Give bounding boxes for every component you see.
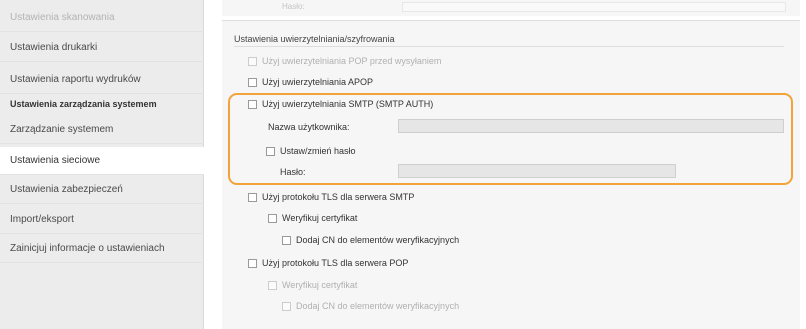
smtp-add-cn-option[interactable]: Dodaj CN do elementów weryfikacyjnych xyxy=(282,235,459,245)
pop-verify-cert-checkbox[interactable] xyxy=(268,280,277,290)
apop-checkbox[interactable] xyxy=(248,77,257,87)
tls-pop-checkbox[interactable] xyxy=(248,258,257,268)
password-input[interactable] xyxy=(398,164,676,178)
smtp-verify-cert-label: Weryfikuj certyfikat xyxy=(282,213,358,223)
username-input[interactable] xyxy=(398,119,784,133)
username-label: Nazwa użytkownika: xyxy=(268,122,350,132)
tls-smtp-option[interactable]: Użyj protokołu TLS dla serwera SMTP xyxy=(248,192,414,202)
settings-sidebar: Ustawienia skanowania Ustawienia drukark… xyxy=(0,0,204,329)
sidebar-item-print-report-settings[interactable]: Ustawienia raportu wydruków xyxy=(0,66,204,94)
sidebar-item-system-management[interactable]: Zarządzanie systemem xyxy=(0,116,204,144)
set-password-option[interactable]: Ustaw/zmień hasło xyxy=(266,146,356,156)
sidebar-item-network-settings[interactable]: Ustawienia sieciowe xyxy=(0,147,204,175)
sidebar-item-label: Zarządzanie systemem xyxy=(10,124,114,135)
smtp-auth-label: Użyj uwierzytelniania SMTP (SMTP AUTH) xyxy=(262,99,434,109)
tls-smtp-label: Użyj protokołu TLS dla serwera SMTP xyxy=(262,192,415,202)
pop-add-cn-checkbox[interactable] xyxy=(282,301,291,311)
apop-option[interactable]: Użyj uwierzytelniania APOP xyxy=(248,77,373,87)
sidebar-item-security-settings[interactable]: Ustawienia zabezpieczeń xyxy=(0,176,204,204)
sidebar-item-label: Import/eksport xyxy=(10,214,74,225)
sidebar-item-label: Ustawienia zabezpieczeń xyxy=(10,184,123,195)
pop-before-smtp-checkbox[interactable] xyxy=(248,56,257,66)
pop-verify-cert-label: Weryfikuj certyfikat xyxy=(282,280,358,290)
section-title: Ustawienia uwierzytelniania/szyfrowania xyxy=(234,34,395,44)
smtp-verify-cert-option[interactable]: Weryfikuj certyfikat xyxy=(268,213,357,223)
sidebar-item-scan-settings[interactable]: Ustawienia skanowania xyxy=(0,4,204,32)
sidebar-item-label: Zainicjuj informacje o ustawieniach xyxy=(10,243,165,254)
sidebar-item-initialize-settings[interactable]: Zainicjuj informacje o ustawieniach xyxy=(0,235,204,263)
sidebar-section-header: Ustawienia zarządzania systemem xyxy=(0,97,204,111)
settings-screen: Ustawienia skanowania Ustawienia drukark… xyxy=(0,0,806,329)
faded-password-label: Hasło: xyxy=(282,2,305,11)
smtp-verify-cert-checkbox[interactable] xyxy=(268,213,277,223)
smtp-add-cn-label: Dodaj CN do elementów weryfikacyjnych xyxy=(296,235,460,245)
sidebar-item-label: Ustawienia raportu wydruków xyxy=(10,74,141,85)
password-label: Hasło: xyxy=(280,167,306,177)
pop-add-cn-label: Dodaj CN do elementów weryfikacyjnych xyxy=(296,301,460,311)
sidebar-item-label: Ustawienia sieciowe xyxy=(10,155,101,166)
pop-add-cn-option[interactable]: Dodaj CN do elementów weryfikacyjnych xyxy=(282,301,459,311)
set-password-checkbox[interactable] xyxy=(266,146,275,156)
pop-before-smtp-label: Użyj uwierzytelniania POP przed wysyłani… xyxy=(262,56,442,66)
sidebar-item-label: Ustawienia drukarki xyxy=(10,42,98,53)
smtp-add-cn-checkbox[interactable] xyxy=(282,235,291,245)
apop-label: Użyj uwierzytelniania APOP xyxy=(262,77,374,87)
section-divider xyxy=(234,46,784,47)
faded-password-field xyxy=(402,2,786,12)
smtp-auth-option[interactable]: Użyj uwierzytelniania SMTP (SMTP AUTH) xyxy=(248,99,433,109)
set-password-label: Ustaw/zmień hasło xyxy=(280,146,356,156)
sidebar-section-header-label: Ustawienia zarządzania systemem xyxy=(10,99,157,109)
smtp-auth-checkbox[interactable] xyxy=(248,99,257,109)
tls-pop-option[interactable]: Użyj protokołu TLS dla serwera POP xyxy=(248,258,408,268)
tls-pop-label: Użyj protokołu TLS dla serwera POP xyxy=(262,258,409,268)
tls-smtp-checkbox[interactable] xyxy=(248,192,257,202)
sidebar-item-printer-settings[interactable]: Ustawienia drukarki xyxy=(0,34,204,62)
sidebar-item-label: Ustawienia skanowania xyxy=(10,12,115,23)
previous-section-strip: Hasło: xyxy=(222,0,800,16)
pop-before-smtp-option[interactable]: Użyj uwierzytelniania POP przed wysyłani… xyxy=(248,56,441,66)
pop-verify-cert-option[interactable]: Weryfikuj certyfikat xyxy=(268,280,357,290)
sidebar-item-import-export[interactable]: Import/eksport xyxy=(0,206,204,234)
